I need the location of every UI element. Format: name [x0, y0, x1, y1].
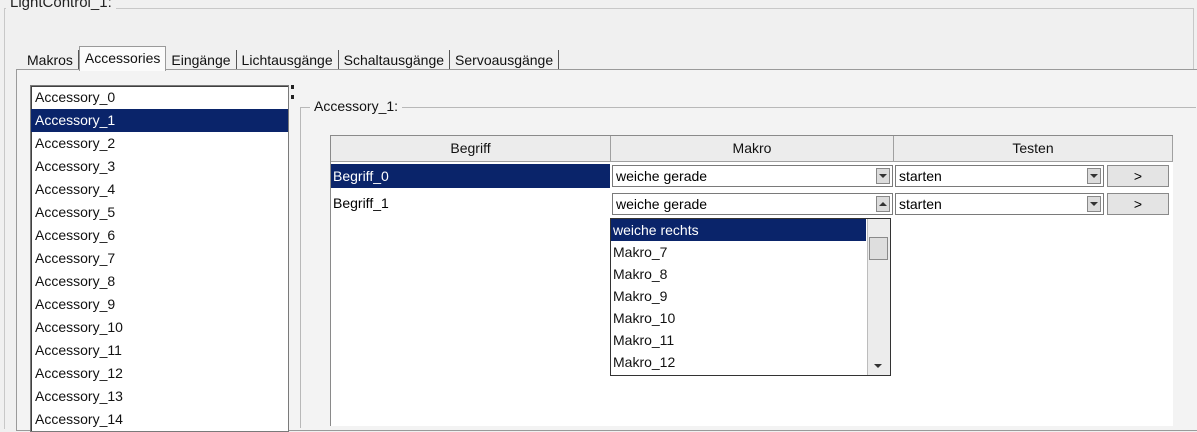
- dropdown-scrollbar[interactable]: [867, 219, 890, 375]
- test-run-button[interactable]: >: [1107, 165, 1169, 187]
- list-item[interactable]: Accessory_13: [31, 385, 288, 408]
- accessory-list[interactable]: Accessory_0 Accessory_1 Accessory_2 Acce…: [30, 85, 289, 432]
- testen-combo-value: starten: [899, 196, 942, 212]
- list-item[interactable]: Accessory_10: [31, 316, 288, 339]
- splitter-handle[interactable]: [288, 85, 297, 430]
- list-item[interactable]: Accessory_5: [31, 201, 288, 224]
- dropdown-option[interactable]: Makro_10: [611, 307, 866, 329]
- chevron-up-icon[interactable]: [876, 196, 890, 212]
- column-header-makro[interactable]: Makro: [611, 136, 894, 162]
- tab-accessories[interactable]: Accessories: [78, 46, 167, 71]
- testen-combo-value: starten: [899, 168, 942, 184]
- dropdown-option[interactable]: Makro_9: [611, 285, 866, 307]
- scrollbar-thumb[interactable]: [869, 237, 888, 260]
- dropdown-option[interactable]: Makro_12: [611, 351, 866, 373]
- tab-eingaenge[interactable]: Eingänge: [166, 50, 237, 70]
- makro-combo-value: weiche gerade: [616, 168, 708, 184]
- cell-begriff[interactable]: Begriff_0: [331, 164, 610, 188]
- list-item[interactable]: Accessory_11: [31, 339, 288, 362]
- splitter-grip-icon: [291, 95, 294, 99]
- list-item[interactable]: Accessory_8: [31, 270, 288, 293]
- dropdown-option[interactable]: Makro_7: [611, 241, 866, 263]
- chevron-down-icon[interactable]: [1087, 168, 1101, 184]
- list-item[interactable]: Accessory_9: [31, 293, 288, 316]
- group-title: Accessory_1:: [310, 98, 403, 114]
- chevron-down-icon[interactable]: [1087, 196, 1101, 212]
- list-item[interactable]: Accessory_12: [31, 362, 288, 385]
- tab-schaltausgaenge[interactable]: Schaltausgänge: [339, 50, 451, 70]
- list-item[interactable]: Accessory_0: [31, 86, 288, 109]
- makro-combo-open[interactable]: weiche gerade: [612, 193, 893, 215]
- makro-combo-value: weiche gerade: [616, 196, 708, 212]
- list-item[interactable]: Accessory_2: [31, 132, 288, 155]
- splitter-grip-icon: [291, 85, 294, 89]
- testen-combo[interactable]: starten: [895, 165, 1104, 187]
- makro-combo[interactable]: weiche gerade: [612, 165, 893, 187]
- tab-makros[interactable]: Makros: [22, 50, 79, 70]
- list-item[interactable]: Accessory_7: [31, 247, 288, 270]
- list-item[interactable]: Accessory_6: [31, 224, 288, 247]
- dropdown-option[interactable]: Makro_8: [611, 263, 866, 285]
- scroll-down-icon[interactable]: [870, 359, 886, 373]
- tab-servoausgaenge[interactable]: Servoausgänge: [450, 50, 560, 70]
- chevron-down-icon[interactable]: [876, 168, 890, 184]
- column-header-begriff[interactable]: Begriff: [331, 136, 611, 162]
- window-title: LightControl_1:: [6, 0, 116, 11]
- dropdown-option[interactable]: weiche rechts: [611, 219, 866, 241]
- tab-lichtausgaenge[interactable]: Lichtausgänge: [237, 50, 339, 70]
- test-run-button[interactable]: >: [1107, 193, 1169, 215]
- list-item[interactable]: Accessory_4: [31, 178, 288, 201]
- makro-dropdown-list[interactable]: weiche rechts Makro_7 Makro_8 Makro_9 Ma…: [610, 218, 891, 376]
- cell-begriff[interactable]: Begriff_1: [331, 191, 610, 215]
- column-header-testen[interactable]: Testen: [894, 136, 1173, 162]
- testen-combo[interactable]: starten: [895, 193, 1104, 215]
- dropdown-option[interactable]: Makro_11: [611, 329, 866, 351]
- tab-bar: Makros Accessories Eingänge Lichtausgäng…: [22, 46, 560, 71]
- list-item-selected[interactable]: Accessory_1: [31, 109, 288, 132]
- list-item[interactable]: Accessory_3: [31, 155, 288, 178]
